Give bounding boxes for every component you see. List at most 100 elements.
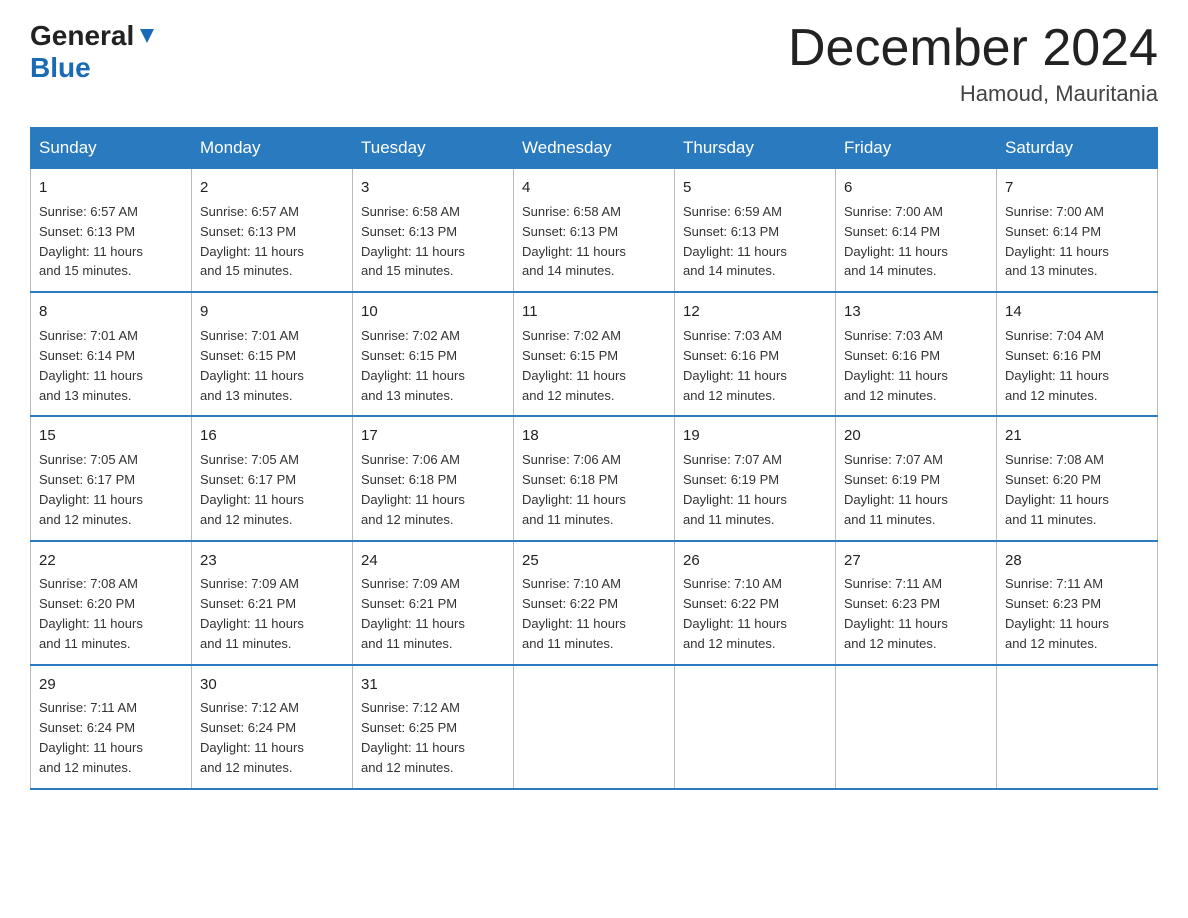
day-info: Sunrise: 7:11 AM Sunset: 6:23 PM Dayligh… — [844, 576, 948, 651]
column-header-friday: Friday — [836, 128, 997, 169]
calendar-cell — [997, 665, 1158, 789]
day-number: 1 — [39, 177, 183, 199]
calendar-cell: 9 Sunrise: 7:01 AM Sunset: 6:15 PM Daylig… — [192, 292, 353, 416]
day-info: Sunrise: 7:06 AM Sunset: 6:18 PM Dayligh… — [522, 452, 626, 527]
day-number: 9 — [200, 301, 344, 323]
calendar-cell: 22Sunrise: 7:08 AM Sunset: 6:20 PM Dayli… — [31, 541, 192, 665]
logo-blue-text: Blue — [30, 52, 91, 84]
day-info: Sunrise: 6:58 AM Sunset: 6:13 PM Dayligh… — [361, 204, 465, 279]
day-info: Sunrise: 7:07 AM Sunset: 6:19 PM Dayligh… — [683, 452, 787, 527]
day-number: 21 — [1005, 425, 1149, 447]
day-number: 17 — [361, 425, 505, 447]
calendar-cell: 10Sunrise: 7:02 AM Sunset: 6:15 PM Dayli… — [353, 292, 514, 416]
day-info: Sunrise: 7:11 AM Sunset: 6:23 PM Dayligh… — [1005, 576, 1109, 651]
calendar-cell: 14 Sunrise: 7:04 AM Sunset: 6:16 PM Dayli… — [997, 292, 1158, 416]
day-number: 25 — [522, 550, 666, 572]
logo: General Blue — [30, 20, 158, 84]
day-number: 27 — [844, 550, 988, 572]
calendar-week-row: 1 Sunrise: 6:57 AM Sunset: 6:13 PM Daylig… — [31, 169, 1158, 293]
day-info: Sunrise: 7:10 AM Sunset: 6:22 PM Dayligh… — [683, 576, 787, 651]
day-number: 26 — [683, 550, 827, 572]
day-number: 13 — [844, 301, 988, 323]
day-number: 29 — [39, 674, 183, 696]
day-number: 30 — [200, 674, 344, 696]
day-info: Sunrise: 6:57 AM Sunset: 6:13 PM Dayligh… — [200, 204, 304, 279]
calendar-cell: 8 Sunrise: 7:01 AM Sunset: 6:14 PM Daylig… — [31, 292, 192, 416]
day-info: Sunrise: 7:05 AM Sunset: 6:17 PM Dayligh… — [200, 452, 304, 527]
calendar-cell: 16 Sunrise: 7:05 AM Sunset: 6:17 PM Dayli… — [192, 416, 353, 540]
day-info: Sunrise: 7:00 AM Sunset: 6:14 PM Dayligh… — [1005, 204, 1109, 279]
day-info: Sunrise: 7:04 AM Sunset: 6:16 PM Dayligh… — [1005, 328, 1109, 403]
calendar-header-row: SundayMondayTuesdayWednesdayThursdayFrid… — [31, 128, 1158, 169]
day-number: 2 — [200, 177, 344, 199]
day-number: 12 — [683, 301, 827, 323]
calendar-body: 1 Sunrise: 6:57 AM Sunset: 6:13 PM Daylig… — [31, 169, 1158, 789]
day-info: Sunrise: 7:02 AM Sunset: 6:15 PM Dayligh… — [522, 328, 626, 403]
column-header-monday: Monday — [192, 128, 353, 169]
day-number: 11 — [522, 301, 666, 323]
calendar-cell — [514, 665, 675, 789]
calendar-cell: 1 Sunrise: 6:57 AM Sunset: 6:13 PM Daylig… — [31, 169, 192, 293]
day-number: 5 — [683, 177, 827, 199]
day-info: Sunrise: 7:09 AM Sunset: 6:21 PM Dayligh… — [361, 576, 465, 651]
calendar-week-row: 29 Sunrise: 7:11 AM Sunset: 6:24 PM Dayli… — [31, 665, 1158, 789]
calendar-cell: 13Sunrise: 7:03 AM Sunset: 6:16 PM Dayli… — [836, 292, 997, 416]
day-number: 15 — [39, 425, 183, 447]
day-info: Sunrise: 7:01 AM Sunset: 6:15 PM Dayligh… — [200, 328, 304, 403]
day-info: Sunrise: 7:06 AM Sunset: 6:18 PM Dayligh… — [361, 452, 465, 527]
day-info: Sunrise: 7:00 AM Sunset: 6:14 PM Dayligh… — [844, 204, 948, 279]
calendar-week-row: 22Sunrise: 7:08 AM Sunset: 6:20 PM Dayli… — [31, 541, 1158, 665]
calendar-table: SundayMondayTuesdayWednesdayThursdayFrid… — [30, 127, 1158, 790]
calendar-cell: 2 Sunrise: 6:57 AM Sunset: 6:13 PM Daylig… — [192, 169, 353, 293]
day-info: Sunrise: 7:08 AM Sunset: 6:20 PM Dayligh… — [1005, 452, 1109, 527]
day-number: 19 — [683, 425, 827, 447]
day-number: 22 — [39, 550, 183, 572]
day-number: 16 — [200, 425, 344, 447]
day-info: Sunrise: 7:01 AM Sunset: 6:14 PM Dayligh… — [39, 328, 143, 403]
day-info: Sunrise: 7:11 AM Sunset: 6:24 PM Dayligh… — [39, 700, 143, 775]
day-info: Sunrise: 6:57 AM Sunset: 6:13 PM Dayligh… — [39, 204, 143, 279]
logo-arrow-icon — [136, 25, 158, 47]
title-section: December 2024 Hamoud, Mauritania — [788, 20, 1158, 107]
day-info: Sunrise: 7:03 AM Sunset: 6:16 PM Dayligh… — [683, 328, 787, 403]
calendar-cell: 24Sunrise: 7:09 AM Sunset: 6:21 PM Dayli… — [353, 541, 514, 665]
calendar-cell: 5Sunrise: 6:59 AM Sunset: 6:13 PM Daylig… — [675, 169, 836, 293]
day-number: 3 — [361, 177, 505, 199]
calendar-cell: 15 Sunrise: 7:05 AM Sunset: 6:17 PM Dayli… — [31, 416, 192, 540]
calendar-cell: 4Sunrise: 6:58 AM Sunset: 6:13 PM Daylig… — [514, 169, 675, 293]
day-number: 7 — [1005, 177, 1149, 199]
calendar-cell: 12 Sunrise: 7:03 AM Sunset: 6:16 PM Dayli… — [675, 292, 836, 416]
calendar-cell: 21 Sunrise: 7:08 AM Sunset: 6:20 PM Dayli… — [997, 416, 1158, 540]
day-number: 23 — [200, 550, 344, 572]
day-info: Sunrise: 7:10 AM Sunset: 6:22 PM Dayligh… — [522, 576, 626, 651]
day-info: Sunrise: 7:12 AM Sunset: 6:25 PM Dayligh… — [361, 700, 465, 775]
calendar-week-row: 15 Sunrise: 7:05 AM Sunset: 6:17 PM Dayli… — [31, 416, 1158, 540]
page-header: General Blue December 2024 Hamoud, Mauri… — [30, 20, 1158, 107]
column-header-tuesday: Tuesday — [353, 128, 514, 169]
day-number: 4 — [522, 177, 666, 199]
column-header-saturday: Saturday — [997, 128, 1158, 169]
calendar-cell: 18Sunrise: 7:06 AM Sunset: 6:18 PM Dayli… — [514, 416, 675, 540]
calendar-cell — [836, 665, 997, 789]
day-info: Sunrise: 7:09 AM Sunset: 6:21 PM Dayligh… — [200, 576, 304, 651]
day-number: 20 — [844, 425, 988, 447]
calendar-cell: 23 Sunrise: 7:09 AM Sunset: 6:21 PM Dayli… — [192, 541, 353, 665]
column-header-sunday: Sunday — [31, 128, 192, 169]
calendar-cell: 6 Sunrise: 7:00 AM Sunset: 6:14 PM Daylig… — [836, 169, 997, 293]
column-header-thursday: Thursday — [675, 128, 836, 169]
column-header-wednesday: Wednesday — [514, 128, 675, 169]
calendar-cell — [675, 665, 836, 789]
day-number: 6 — [844, 177, 988, 199]
calendar-cell: 11 Sunrise: 7:02 AM Sunset: 6:15 PM Dayli… — [514, 292, 675, 416]
calendar-cell: 7 Sunrise: 7:00 AM Sunset: 6:14 PM Daylig… — [997, 169, 1158, 293]
day-number: 28 — [1005, 550, 1149, 572]
day-number: 8 — [39, 301, 183, 323]
calendar-cell: 28 Sunrise: 7:11 AM Sunset: 6:23 PM Dayli… — [997, 541, 1158, 665]
calendar-cell: 19 Sunrise: 7:07 AM Sunset: 6:19 PM Dayli… — [675, 416, 836, 540]
day-info: Sunrise: 7:05 AM Sunset: 6:17 PM Dayligh… — [39, 452, 143, 527]
calendar-cell: 29 Sunrise: 7:11 AM Sunset: 6:24 PM Dayli… — [31, 665, 192, 789]
calendar-cell: 25 Sunrise: 7:10 AM Sunset: 6:22 PM Dayli… — [514, 541, 675, 665]
day-info: Sunrise: 7:12 AM Sunset: 6:24 PM Dayligh… — [200, 700, 304, 775]
day-number: 14 — [1005, 301, 1149, 323]
day-number: 31 — [361, 674, 505, 696]
